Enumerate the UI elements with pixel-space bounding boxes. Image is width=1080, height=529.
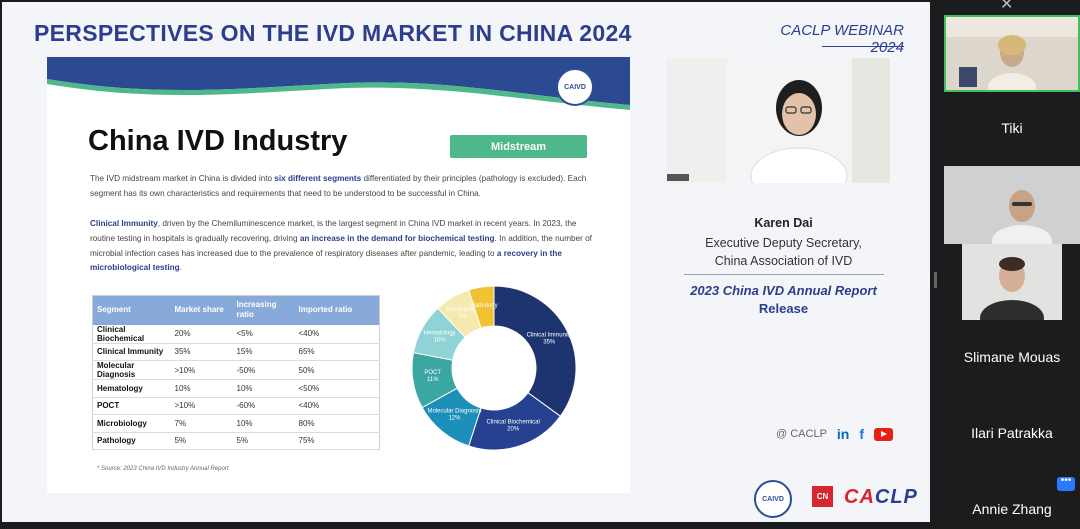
- table-header: Market share: [170, 295, 233, 325]
- participant-name: Tiki: [1001, 120, 1023, 136]
- speaker-avatar: [667, 58, 890, 183]
- caclp-logo-b: CLP: [874, 486, 918, 508]
- table-cell: Microbiology: [92, 414, 171, 433]
- table-row: Hematology 10% 10% <50%: [92, 379, 380, 398]
- midstream-tag: Midstream: [450, 135, 587, 158]
- table-row: POCT >10% -60% <40%: [92, 397, 380, 415]
- report-title: 2023 China IVD Annual Report Release: [667, 282, 900, 318]
- speaker-role-line2: China Association of IVD: [714, 254, 853, 268]
- table-cell: Hematology: [92, 379, 171, 398]
- participant-name: Ilari Patrakka: [971, 425, 1053, 441]
- table-cell: POCT: [92, 397, 171, 415]
- participant-name: Slimane Mouas: [963, 349, 1061, 365]
- para1-bold: six different segments: [274, 174, 362, 183]
- table-cell: 10%: [170, 379, 233, 398]
- table-header: Imported ratio: [294, 295, 380, 325]
- participant-name: Annie Zhang: [972, 501, 1052, 517]
- close-icon[interactable]: ✕: [1000, 0, 1013, 14]
- table-cell: 80%: [294, 414, 380, 433]
- social-bar: @ CACLP in f: [776, 426, 894, 442]
- table-cell: 5%: [170, 432, 233, 450]
- table-header-row: Segment Market share Increasing ratio Im…: [92, 295, 380, 325]
- table-row: Microbiology 7% 10% 80%: [92, 414, 380, 433]
- donut-svg: Clinical Immunity 35%Clinical Biochemical…: [411, 285, 577, 451]
- participant-tile-4[interactable]: [962, 244, 1062, 320]
- caclp-logo-a: CA: [844, 486, 875, 508]
- table-cell: Clinical Immunity: [92, 343, 171, 361]
- social-handle: @ CACLP: [776, 428, 827, 440]
- table-row: Molecular Diagnosis >10% -50% 50%: [92, 360, 380, 380]
- speaker-divider: [684, 274, 884, 275]
- para2-bold-c: an increase in the demand for biochemica…: [299, 233, 495, 243]
- inner-title: China IVD Industry: [88, 125, 348, 157]
- table-row: Clinical Immunity 35% 15% 65%: [92, 343, 380, 361]
- table-cell: 65%: [294, 343, 380, 361]
- table-cell: 35%: [170, 343, 233, 361]
- table-cell: <5%: [232, 324, 295, 344]
- header-wave: [47, 57, 630, 110]
- table-cell: <40%: [294, 324, 380, 344]
- intro-paragraph: The IVD midstream market in China is div…: [90, 172, 595, 202]
- table-cell: <40%: [294, 397, 380, 415]
- participant-tile-1[interactable]: [944, 15, 1080, 92]
- source-note: * Source: 2023 China IVD Industry Annual…: [97, 466, 229, 472]
- caclp-logo: CACLP: [844, 486, 918, 509]
- para2-bold-a: Clinical Immunity: [90, 219, 158, 228]
- more-options-button[interactable]: •••: [1057, 476, 1075, 491]
- table-cell: 7%: [170, 414, 233, 433]
- table-cell: >10%: [170, 397, 233, 415]
- table-cell: Molecular Diagnosis: [92, 360, 171, 380]
- para1-text-a: The IVD midstream market in China is div…: [90, 174, 275, 183]
- webinar-line2: 2024: [870, 39, 904, 56]
- table-cell: Clinical Biochemical: [92, 324, 171, 344]
- table-cell: <50%: [294, 379, 380, 398]
- participant-video: [946, 17, 1078, 90]
- table-cell: 20%: [170, 324, 233, 344]
- speaker-name: Karen Dai: [754, 216, 813, 230]
- table-cell: -60%: [232, 397, 295, 415]
- donut-slice: [493, 285, 577, 417]
- table-cell: 5%: [232, 432, 295, 450]
- speaker-role: Executive Deputy Secretary, China Associ…: [667, 234, 900, 270]
- panel-resize-handle[interactable]: [934, 272, 937, 288]
- table-header: Segment: [92, 295, 171, 325]
- detail-paragraph: Clinical Immunity, driven by the Chemilu…: [90, 217, 595, 276]
- participant-video: [944, 166, 1080, 244]
- inner-slide: CAIVD China IVD Industry Midstream The I…: [47, 57, 630, 493]
- slice-label: Pathology: [471, 303, 498, 309]
- donut-chart: Clinical Immunity 35% Clinical Biochemical…: [409, 283, 579, 458]
- red-logo: CN: [812, 486, 833, 507]
- participant-tile-3[interactable]: [944, 166, 1080, 244]
- report-line1: 2023 China IVD Annual Report: [690, 283, 877, 298]
- webinar-line1: CACLP WEBINAR: [780, 22, 904, 39]
- table-cell: -50%: [232, 360, 295, 380]
- table-cell: Pathology: [92, 432, 171, 450]
- table-cell: >10%: [170, 360, 233, 380]
- participant-video: [962, 244, 1062, 320]
- table-cell: 15%: [232, 343, 295, 361]
- caivd-logo: CAIVD: [556, 68, 594, 106]
- table-row: Pathology 5% 5% 75%: [92, 432, 380, 450]
- webinar-tag: CACLP WEBINAR 2024: [780, 22, 904, 56]
- para2-text-f: .: [179, 263, 182, 273]
- linkedin-icon: in: [836, 426, 850, 442]
- table-cell: 75%: [294, 432, 380, 450]
- speaker-role-line1: Executive Deputy Secretary,: [705, 236, 862, 250]
- segment-table: Segment Market share Increasing ratio Im…: [92, 295, 380, 450]
- table-cell: 10%: [232, 414, 295, 433]
- speaker-video: [667, 58, 890, 183]
- caivd-logo-bottom: CAIVD: [754, 480, 792, 518]
- facebook-icon: f: [859, 426, 865, 442]
- table-cell: 50%: [294, 360, 380, 380]
- table-header: Increasing ratio: [232, 295, 295, 325]
- table-row: Clinical Biochemical 20% <5% <40%: [92, 324, 380, 344]
- report-line2: Release: [758, 301, 809, 316]
- webinar-underline: [822, 46, 904, 47]
- meeting-window: PERSPECTIVES ON THE IVD MARKET IN CHINA …: [0, 0, 1080, 529]
- shared-slide: PERSPECTIVES ON THE IVD MARKET IN CHINA …: [2, 2, 930, 522]
- table-cell: 10%: [232, 379, 295, 398]
- youtube-icon: [874, 427, 894, 441]
- slide-title: PERSPECTIVES ON THE IVD MARKET IN CHINA …: [34, 20, 632, 46]
